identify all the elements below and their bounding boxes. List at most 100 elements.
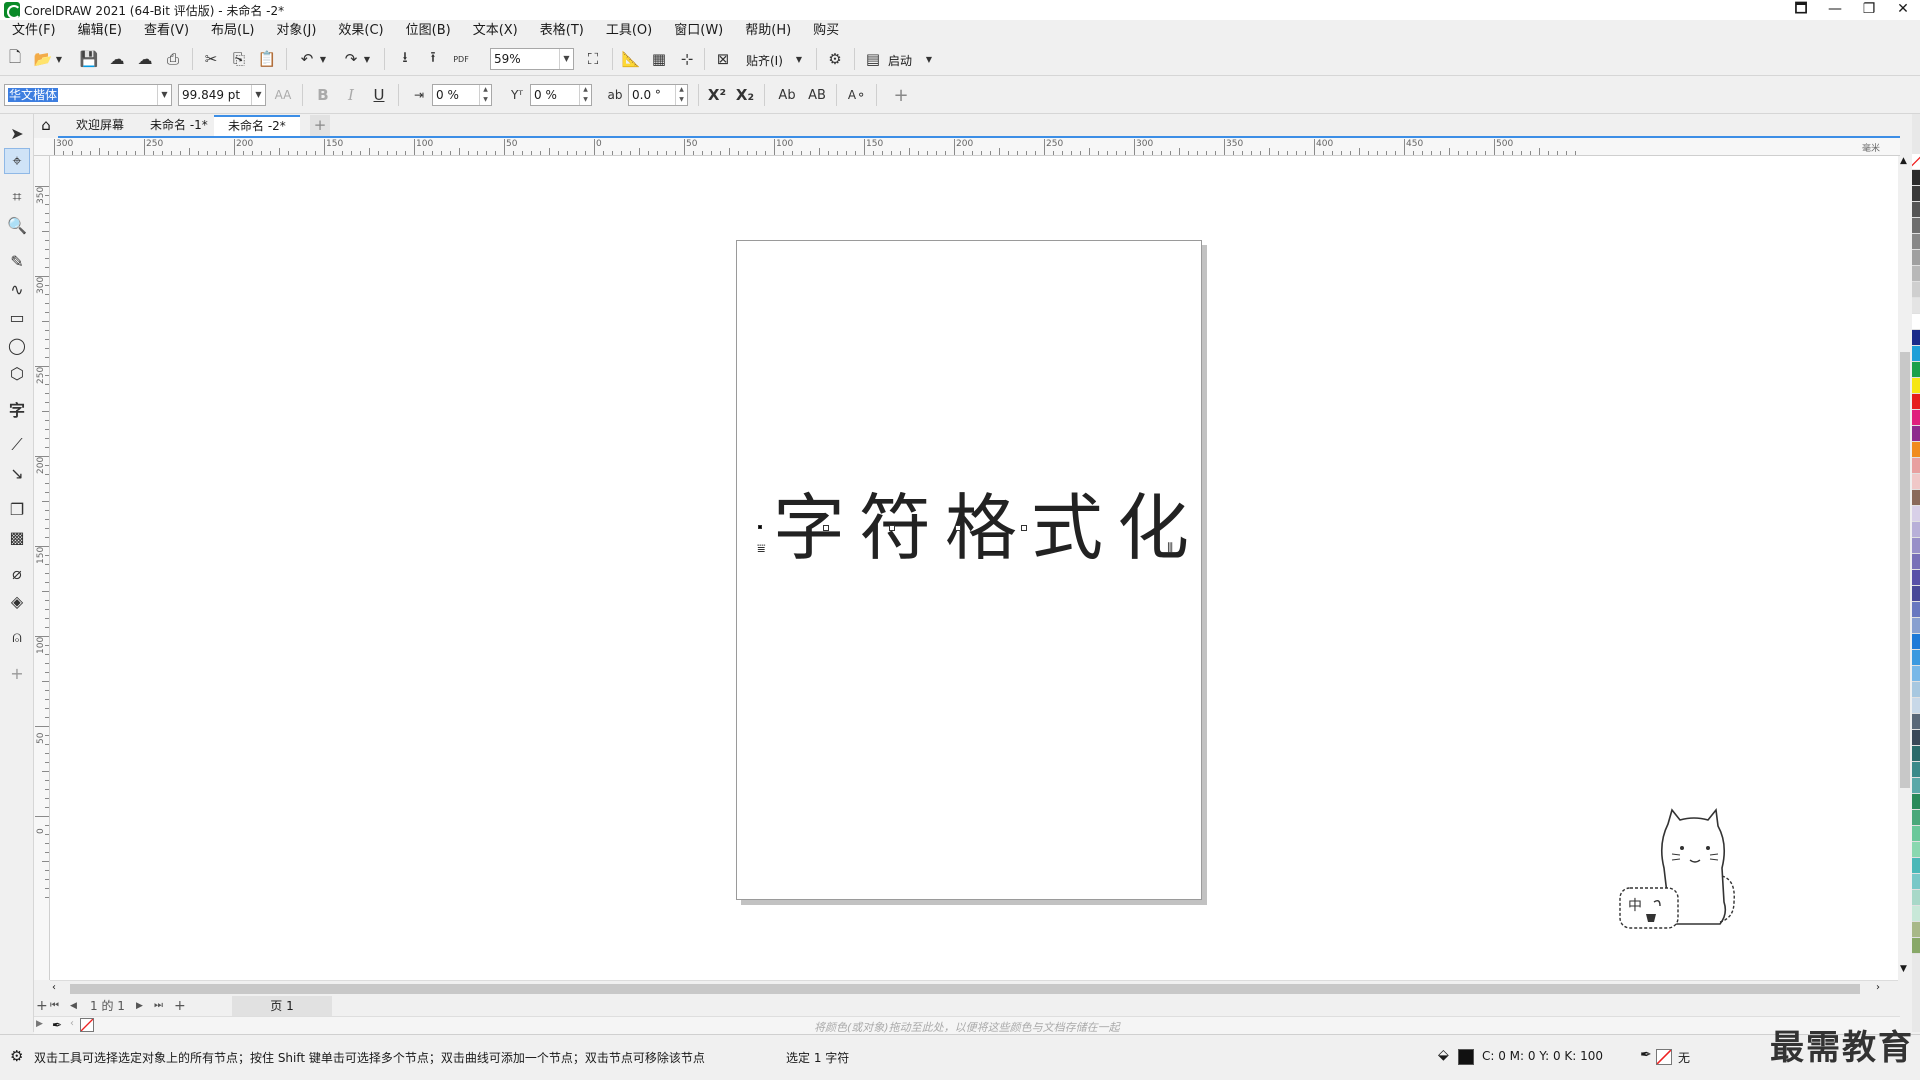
palette-swatch[interactable] <box>1912 314 1920 330</box>
vertical-scrollbar[interactable]: ▲ ▼ <box>1898 156 1912 980</box>
menu-table[interactable]: 表格(T) <box>532 20 592 42</box>
palette-swatch[interactable] <box>1912 410 1920 426</box>
all-caps-button[interactable]: AB <box>806 84 828 106</box>
palette-swatch[interactable] <box>1912 858 1920 874</box>
menu-object[interactable]: 对象(J) <box>268 20 324 42</box>
shape-tool-icon[interactable]: ⌖ <box>4 148 30 174</box>
palette-swatch[interactable] <box>1912 730 1920 746</box>
menu-text[interactable]: 文本(X) <box>465 20 526 42</box>
outline-pen-icon[interactable]: ✒ <box>1640 1047 1652 1063</box>
menu-layout[interactable]: 布局(L) <box>203 20 262 42</box>
palette-swatch[interactable] <box>1912 570 1920 586</box>
menu-buy[interactable]: 购买 <box>805 20 847 42</box>
menu-effects[interactable]: 效果(C) <box>330 20 391 42</box>
text-node[interactable] <box>955 525 961 531</box>
tab-untitled-2[interactable]: 未命名 -2* <box>214 115 300 136</box>
text-node[interactable] <box>1021 525 1027 531</box>
palette-swatch[interactable] <box>1912 298 1920 314</box>
line-spacing-handle-icon[interactable]: ⩸ <box>757 541 766 557</box>
palette-swatch[interactable] <box>1912 506 1920 522</box>
artistic-text-object[interactable]: 字符格式化 <box>773 469 1203 574</box>
palette-swatch[interactable] <box>1912 650 1920 666</box>
fill-bucket-icon[interactable]: ⬙ <box>1438 1047 1449 1063</box>
palette-swatch[interactable] <box>1912 938 1920 954</box>
palette-swatch[interactable] <box>1912 346 1920 362</box>
palette-swatch[interactable] <box>1912 490 1920 506</box>
export-icon[interactable]: ⭱ <box>422 48 444 70</box>
scroll-up-icon[interactable]: ▲ <box>1900 156 1907 166</box>
first-page-icon[interactable]: ⏮ <box>50 996 59 1016</box>
palette-swatch[interactable] <box>1912 602 1920 618</box>
close-button[interactable]: ✕ <box>1886 0 1920 20</box>
paste-icon[interactable]: 📋 <box>256 48 278 70</box>
artistic-media-tool-icon[interactable]: ∿ <box>4 276 30 302</box>
polygon-tool-icon[interactable]: ⬡ <box>4 360 30 386</box>
scroll-down-icon[interactable]: ▼ <box>1900 964 1907 974</box>
cloud-upload-icon[interactable]: ☁ <box>134 48 156 70</box>
palette-swatch[interactable] <box>1912 698 1920 714</box>
palette-swatch[interactable] <box>1912 778 1920 794</box>
ellipse-tool-icon[interactable]: ◯ <box>4 332 30 358</box>
small-caps-button[interactable]: Ab <box>776 84 798 106</box>
add-property-button[interactable]: + <box>890 84 912 106</box>
text-node[interactable] <box>823 525 829 531</box>
add-tab-button[interactable]: + <box>310 115 330 136</box>
outline-color-swatch[interactable] <box>1656 1049 1672 1065</box>
redo-icon[interactable]: ↷ <box>340 48 362 70</box>
palette-swatch[interactable] <box>1912 618 1920 634</box>
palette-menu-icon[interactable]: ▶ <box>36 1019 43 1029</box>
palette-swatch[interactable] <box>1912 282 1920 298</box>
palette-swatch[interactable] <box>1912 922 1920 938</box>
palette-swatch[interactable] <box>1912 810 1920 826</box>
chevron-down-icon[interactable]: ▼ <box>559 49 573 69</box>
crop-tool-icon[interactable]: ⌗ <box>4 184 30 210</box>
palette-swatch[interactable] <box>1912 538 1920 554</box>
quick-customize-icon[interactable]: + <box>4 660 30 686</box>
pick-tool-icon[interactable]: ➤ <box>4 120 30 146</box>
palette-swatch[interactable] <box>1912 458 1920 474</box>
chevron-down-icon[interactable]: ▼ <box>362 48 372 70</box>
bold-button[interactable]: B <box>312 84 334 106</box>
palette-swatch[interactable] <box>1912 378 1920 394</box>
new-document-icon[interactable]: 🗋 <box>4 48 26 70</box>
drop-shadow-tool-icon[interactable]: ❐ <box>4 496 30 522</box>
palette-swatch[interactable] <box>1912 714 1920 730</box>
baseline-shift-field[interactable]: 0 % ▲ ▼ <box>530 84 592 106</box>
last-page-icon[interactable]: ⏭ <box>154 996 163 1016</box>
chevron-down-icon[interactable]: ▼ <box>157 85 171 105</box>
menu-tools[interactable]: 工具(O) <box>598 20 660 42</box>
underline-button[interactable]: U <box>368 84 390 106</box>
palette-swatch[interactable] <box>1912 522 1920 538</box>
zoom-tool-icon[interactable]: 🔍 <box>4 212 30 238</box>
palette-swatch[interactable] <box>1912 202 1920 218</box>
launch-label[interactable]: 启动 <box>888 52 912 69</box>
maximize-button[interactable]: ❐ <box>1852 0 1886 20</box>
parallel-dimension-tool-icon[interactable]: ⟋ <box>4 432 30 458</box>
palette-swatch[interactable] <box>1912 842 1920 858</box>
next-page-icon[interactable]: ▶ <box>136 996 143 1016</box>
palette-swatch[interactable] <box>1912 170 1920 186</box>
chevron-down-icon[interactable]: ▼ <box>924 48 934 70</box>
spinner-arrows-icon[interactable]: ▲ ▼ <box>675 85 687 105</box>
scroll-right-icon[interactable]: › <box>1876 982 1880 993</box>
chevron-down-icon[interactable]: ▼ <box>54 48 64 70</box>
export-pdf-icon[interactable]: PDF <box>450 48 472 70</box>
palette-swatch[interactable] <box>1912 554 1920 570</box>
connector-tool-icon[interactable]: ↘ <box>4 460 30 486</box>
menu-help[interactable]: 帮助(H) <box>737 20 799 42</box>
save-icon[interactable]: 💾 <box>78 48 100 70</box>
horizontal-scrollbar[interactable]: ‹ › <box>50 980 1898 996</box>
show-rulers-icon[interactable]: 📐 <box>620 48 642 70</box>
text-properties-icon[interactable]: A⚬ <box>846 84 868 106</box>
spinner-arrows-icon[interactable]: ▲ ▼ <box>479 85 491 105</box>
add-page-before-button[interactable]: + <box>36 996 48 1016</box>
character-spacing-field[interactable]: 0 % ▲ ▼ <box>432 84 492 106</box>
tab-untitled-1[interactable]: 未命名 -1* <box>136 115 222 136</box>
palette-swatch[interactable] <box>1912 362 1920 378</box>
full-screen-preview-icon[interactable]: ⛶ <box>582 48 604 70</box>
palette-swatch[interactable] <box>1912 634 1920 650</box>
palette-swatch[interactable] <box>1912 874 1920 890</box>
character-rotation-field[interactable]: 0.0 ° ▲ ▼ <box>628 84 688 106</box>
transparency-tool-icon[interactable]: ▩ <box>4 524 30 550</box>
italic-button[interactable]: I <box>340 84 362 106</box>
